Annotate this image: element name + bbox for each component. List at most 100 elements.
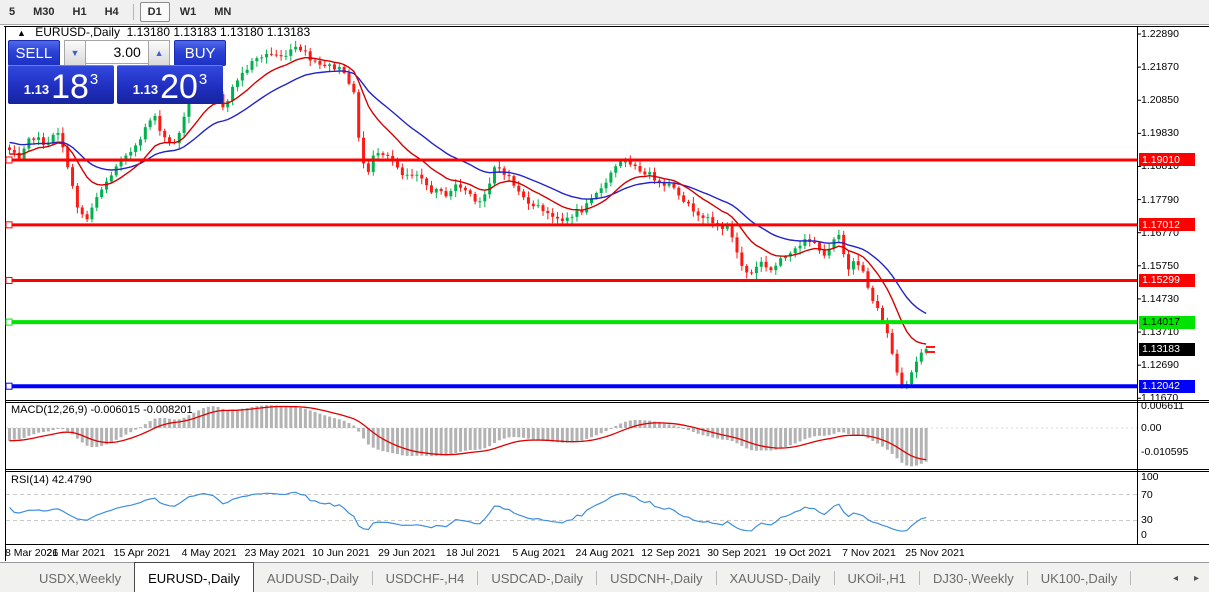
macd-bar [207, 407, 210, 428]
candle-down [639, 166, 642, 172]
macd-bar [37, 428, 40, 433]
macd-bar [187, 415, 190, 428]
timeframe-toolbar: 5M30H1H4 D1W1MN [0, 0, 1209, 25]
tab-scroll-left-icon[interactable]: ◂ [1173, 573, 1178, 584]
candle-down [847, 254, 850, 269]
macd-bar [115, 428, 118, 440]
chart-tab-usdchf-h4[interactable]: USDCHF-,H4 [373, 563, 478, 592]
volume-input[interactable]: 3.00 [86, 40, 148, 64]
chart-tab-ukoil-h1[interactable]: UKOil-,H1 [835, 563, 920, 592]
chart-tab-uk100-daily[interactable]: UK100-,Daily [1028, 563, 1131, 592]
macd-bar [682, 428, 685, 429]
candle-down [280, 55, 283, 56]
macd-bar [314, 412, 317, 428]
macd-bar [61, 428, 64, 429]
line-handle[interactable] [6, 383, 12, 389]
line-handle[interactable] [6, 222, 12, 228]
candle-up [255, 58, 258, 61]
candle-up [183, 117, 186, 133]
macd-bar [522, 428, 525, 438]
trading-platform-window: 5M30H1H4 D1W1MN ▲ EURUSD-,Daily 1.13180 1… [0, 0, 1209, 592]
chart-tab-usdcnh-daily[interactable]: USDCNH-,Daily [597, 563, 715, 592]
macd-bar [304, 409, 307, 428]
timeframe-button-5[interactable]: 5 [1, 2, 23, 22]
sell-button[interactable]: SELL [8, 40, 60, 66]
candle-up [139, 139, 142, 145]
buy-price-display[interactable]: 1.13 20 3 [117, 65, 223, 104]
candle-up [837, 235, 840, 239]
macd-axis-tick-label: 0.00 [1141, 422, 1161, 434]
macd-bar [891, 428, 894, 454]
macd-bar [847, 428, 850, 434]
macd-bar [236, 410, 239, 428]
macd-bar [13, 428, 16, 440]
macd-bar [95, 428, 98, 447]
line-handle[interactable] [6, 277, 12, 283]
candle-down [299, 47, 302, 51]
candle-down [343, 67, 346, 73]
sell-price-display[interactable]: 1.13 18 3 [8, 65, 114, 104]
tab-scroll-right-icon[interactable]: ▸ [1194, 573, 1199, 584]
macd-bar [212, 406, 215, 428]
chart-tab-usdx-weekly[interactable]: USDX,Weekly [26, 563, 134, 592]
macd-bar [134, 428, 137, 430]
price-axis-tick-label: 1.19830 [1141, 127, 1179, 139]
timeframe-button-H1[interactable]: H1 [65, 2, 95, 22]
level-price-badge: 1.14017 [1139, 316, 1195, 329]
candle-up [246, 70, 249, 73]
macd-bar [663, 424, 666, 428]
timeframe-button-M30[interactable]: M30 [25, 2, 62, 22]
buy-price-prefix: 1.13 [133, 82, 158, 97]
macd-bar [745, 428, 748, 448]
level-price-badge: 1.19010 [1139, 153, 1195, 166]
macd-bar [110, 428, 113, 442]
volume-increase-button[interactable]: ▲ [148, 40, 171, 66]
chart-tab-dj30-weekly[interactable]: DJ30-,Weekly [920, 563, 1027, 592]
price-axis-tick-label: 1.14730 [1141, 293, 1179, 305]
chart-tab-xauusd-daily[interactable]: XAUUSD-,Daily [717, 563, 834, 592]
timeframe-button-MN[interactable]: MN [206, 2, 239, 22]
candle-down [551, 213, 554, 217]
candle-down [474, 194, 477, 202]
macd-bar [445, 428, 448, 455]
chart-ohlc-quotes: 1.13180 1.13183 1.13180 1.13183 [127, 25, 311, 39]
chart-tab-usdcad-daily[interactable]: USDCAD-,Daily [478, 563, 596, 592]
macd-bar [833, 428, 836, 434]
candle-down [411, 175, 414, 176]
line-handle[interactable] [6, 157, 12, 163]
timeframe-button-H4[interactable]: H4 [97, 2, 127, 22]
macd-bar [430, 428, 433, 456]
candle-down [842, 235, 845, 254]
macd-bar [47, 428, 50, 431]
macd-bar [260, 406, 263, 428]
timeframe-button-D1[interactable]: D1 [140, 2, 170, 22]
candle-down [498, 167, 501, 168]
volume-decrease-button[interactable]: ▼ [64, 40, 87, 66]
macd-bar [566, 428, 569, 443]
macd-bar [226, 410, 229, 428]
buy-button[interactable]: BUY [174, 40, 226, 66]
date-axis-label: 29 Jun 2021 [378, 547, 436, 559]
line-handle[interactable] [6, 319, 12, 325]
macd-bar [318, 414, 321, 428]
macd-bar [352, 426, 355, 428]
macd-bar [740, 428, 743, 446]
macd-bar [391, 428, 394, 453]
candle-down [881, 308, 884, 322]
candle-down [459, 184, 462, 187]
macd-bar [129, 428, 132, 432]
candle-down [672, 184, 675, 188]
candle-up [110, 175, 113, 181]
macd-bar [27, 428, 30, 436]
chart-tab-eurusd-daily[interactable]: EURUSD-,Daily [134, 562, 254, 592]
candle-down [445, 191, 448, 196]
candle-up [794, 248, 797, 253]
candle-up [595, 193, 598, 198]
macd-bar [760, 428, 763, 450]
macd-bar [779, 428, 782, 448]
chart-tab-audusd-daily[interactable]: AUDUSD-,Daily [254, 563, 372, 592]
macd-bar [556, 428, 559, 442]
macd-bar [609, 428, 612, 429]
timeframe-button-W1[interactable]: W1 [172, 2, 205, 22]
candle-down [896, 354, 899, 373]
